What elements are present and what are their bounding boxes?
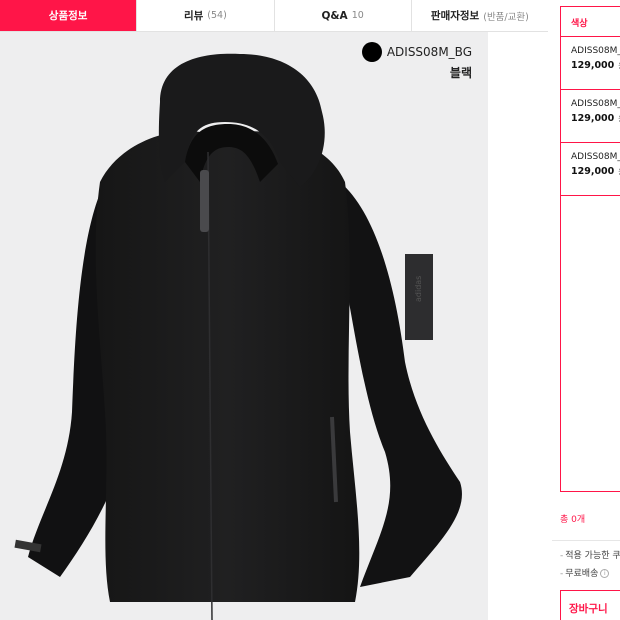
divider [552, 540, 620, 541]
product-image: adidas ADISS08M_BG 블랙 [0, 32, 488, 620]
dash-icon: - [560, 569, 564, 579]
option-price: 129,000원 [571, 113, 620, 124]
option-item[interactable]: ADISS08M_ 129,000원 [561, 37, 620, 90]
shipping-note: - 무료배송 i [560, 566, 610, 579]
coupon-text: 적용 가능한 쿠 [565, 551, 620, 561]
color-name: 블랙 [449, 66, 472, 80]
black-swatch-icon [361, 42, 382, 62]
product-detail-page: 상품정보 리뷰 (54) Q&A 10 판매자정보 (반품/교환) adidas… [0, 0, 620, 620]
tab-sub: (반품/교환) [483, 11, 529, 23]
color-option-list: 색상 ADISS08M_ 129,000원 ADISS08M_ 129,000원… [560, 6, 620, 492]
option-price: 129,000원 [571, 166, 620, 177]
shipping-text: 무료배송 [565, 569, 599, 579]
tab-reviews[interactable]: 리뷰 (54) [137, 0, 275, 31]
dash-icon: - [560, 551, 564, 561]
jacket-image: adidas [14, 53, 462, 620]
tab-label: 판매자정보 [430, 10, 480, 22]
tab-seller-info[interactable]: 판매자정보 (반품/교환) [411, 0, 548, 31]
option-price: 129,000원 [571, 60, 620, 71]
option-item[interactable]: ADISS08M_ 129,000원 [561, 90, 620, 143]
option-item[interactable]: ADISS08M_ 129,000원 [561, 143, 620, 196]
tab-qna[interactable]: Q&A 10 [274, 0, 412, 31]
price-value: 129,000 [571, 166, 615, 177]
tab-product-info[interactable]: 상품정보 [0, 0, 138, 31]
product-code: ADISS08M_BG [386, 45, 472, 59]
svg-text:adidas: adidas [414, 276, 423, 302]
color-swatch-row: ADISS08M_BG [361, 42, 472, 62]
tab-label: 리뷰 [183, 10, 204, 22]
total-count: 총 0개 [560, 515, 586, 525]
coupon-note: - 적용 가능한 쿠 [560, 548, 620, 561]
option-code: ADISS08M_ [571, 152, 620, 162]
price-value: 129,000 [571, 60, 615, 71]
tab-count: 10 [351, 10, 364, 21]
tab-label: 상품정보 [48, 10, 88, 22]
info-icon[interactable]: i [600, 569, 610, 578]
detail-tabs: 상품정보 리뷰 (54) Q&A 10 판매자정보 (반품/교환) [0, 0, 548, 32]
price-value: 129,000 [571, 113, 615, 124]
option-code: ADISS08M_ [571, 99, 620, 109]
tab-count: (54) [207, 10, 227, 21]
tab-label: Q&A [321, 9, 348, 22]
cart-button[interactable]: 장바구니 [560, 590, 620, 620]
option-header: 색상 [561, 7, 620, 37]
purchase-panel: 색상 ADISS08M_ 129,000원 ADISS08M_ 129,000원… [548, 0, 620, 620]
option-code: ADISS08M_ [571, 46, 620, 56]
